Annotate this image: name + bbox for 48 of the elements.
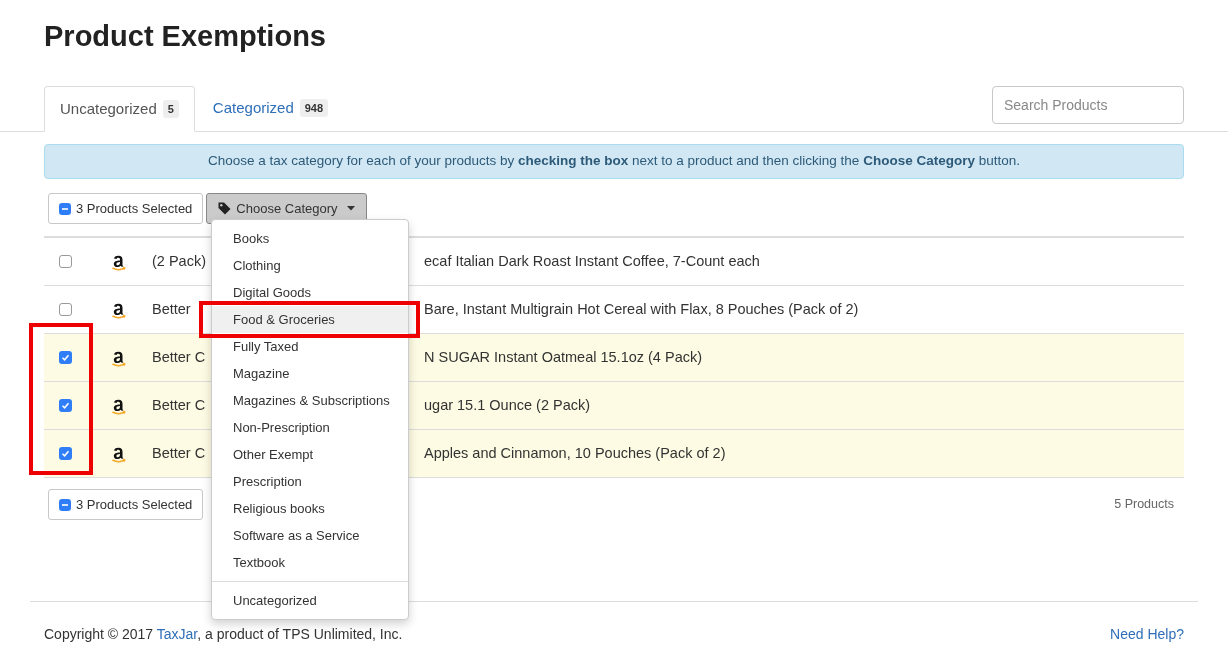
menu-item[interactable]: Magazine (233, 366, 290, 381)
menu-item[interactable]: Digital Goods (233, 285, 312, 300)
checkbox[interactable] (58, 255, 72, 268)
copyright-text: Copyright © 2017 TaxJar, a product of TPS Unlimited, Inc. (44, 625, 403, 644)
selection-button[interactable]: 3 Products Selected (48, 489, 204, 520)
info-alert: Choose a tax category for each of your products by checking the box next to a product and then clicking the Choose Category button. (44, 144, 1184, 179)
product-name: Better C (152, 347, 207, 367)
menu-item[interactable]: Non-Prescription (233, 420, 330, 435)
product-name: Apples and Cinnamon, 10 Pouches (Pack of 2) (424, 443, 726, 463)
minus-checkbox-icon (59, 498, 71, 511)
minus-checkbox-icon (59, 202, 71, 215)
menu-item[interactable]: Clothing (233, 258, 281, 273)
count-badge: 5 (162, 99, 179, 119)
product-name: ugar 15.1 Ounce (2 Pack) (424, 395, 591, 415)
product-count: 5 Products (1114, 496, 1174, 514)
checkbox[interactable] (58, 447, 72, 460)
menu-item[interactable]: Uncategorized (233, 593, 317, 608)
menu-item[interactable]: Software as a Service (233, 528, 360, 543)
check-icon (60, 353, 70, 362)
count-badge: 948 (299, 98, 329, 118)
tab[interactable]: Uncategorized 5 (44, 86, 195, 132)
product-name: Better (152, 299, 192, 319)
caret-icon (346, 206, 355, 211)
menu-item[interactable]: Textbook (233, 555, 286, 570)
selection-button[interactable]: 3 Products Selected (48, 193, 204, 224)
checkbox[interactable] (58, 399, 72, 412)
product-name: Better C (152, 443, 207, 463)
tag-icon (218, 202, 232, 215)
check-icon (60, 401, 70, 410)
help-link[interactable]: Need Help? (1110, 624, 1184, 645)
product-name: Better C (152, 395, 207, 415)
page-title: Product Exemptions (44, 19, 326, 54)
product-name: N SUGAR Instant Oatmeal 15.1oz (4 Pack) (424, 347, 703, 367)
menu-item[interactable]: Fully Taxed (233, 339, 299, 354)
checkbox[interactable] (58, 303, 72, 316)
menu-item[interactable]: Religious books (233, 501, 325, 516)
product-name: ecaf Italian Dark Roast Instant Coffee, 7-Count each (424, 251, 760, 271)
product-name: Bare, Instant Multigrain Hot Cereal with Flax, 8 Pouches (Pack of 2) (424, 299, 859, 319)
menu-item[interactable]: Other Exempt (233, 447, 314, 462)
menu-item[interactable]: Prescription (233, 474, 302, 489)
tab[interactable]: Categorized 948 (194, 85, 347, 131)
product-name: (2 Pack) (152, 251, 207, 271)
menu-item[interactable]: Books (233, 231, 270, 246)
taxjar-link[interactable]: TaxJar (156, 626, 198, 642)
checkbox[interactable] (58, 351, 72, 364)
search-field[interactable]: Search Products (992, 86, 1184, 124)
menu-item[interactable]: Magazines & Subscriptions (233, 393, 390, 408)
check-icon (60, 449, 70, 458)
